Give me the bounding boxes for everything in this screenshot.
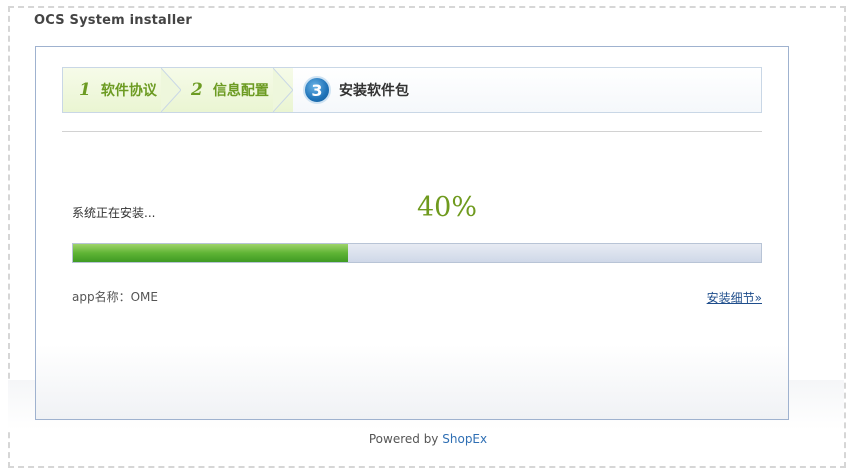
footer-brand-link[interactable]: ShopEx [442,432,487,446]
step-2-number: 2 [191,80,203,100]
install-details-link[interactable]: 安装细节» [707,289,762,306]
step-2-label: 信息配置 [212,83,269,99]
footer: Powered by ShopEx [0,432,856,446]
step-1-label: 软件协议 [100,83,157,99]
install-status-text: 系统正在安装... [72,206,156,220]
divider [62,131,762,132]
step-3-number-icon: 3 [303,76,331,104]
step-2-chevron-icon [273,68,293,112]
install-progress-fill [73,244,349,262]
step-indicator: 1 软件协议 2 信息配置 3 安装软件包 [62,67,762,113]
step-3-label: 安装软件包 [339,83,409,99]
step-1-number: 1 [79,80,91,100]
footer-powered-by: Powered by [368,432,439,446]
step-1-chevron-icon [161,68,181,112]
step-3: 3 安装软件包 [303,68,503,112]
app-name-label: app名称：OME [72,290,158,304]
install-progress-bar [72,243,762,263]
window-title: OCS System installer [34,13,192,28]
install-percent: 40% [417,192,478,223]
